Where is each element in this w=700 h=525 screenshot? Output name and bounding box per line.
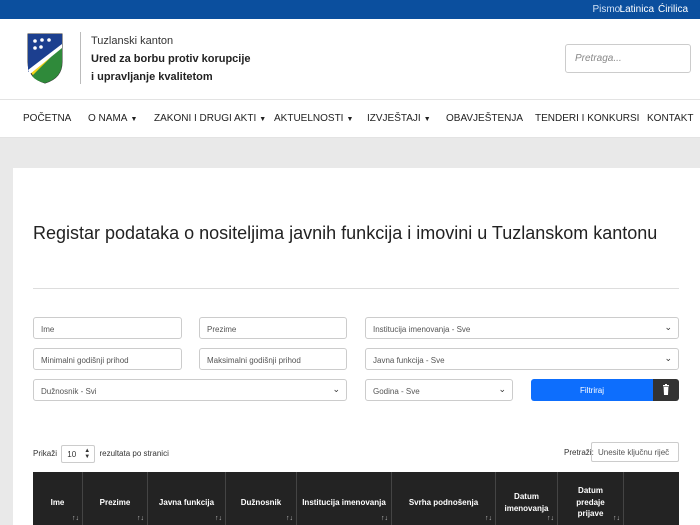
sort-icon: ↑↓: [286, 515, 293, 522]
sort-icon: ↑↓: [485, 515, 492, 522]
column-header-svrha[interactable]: Svrha podnošenja ↑↓: [392, 472, 496, 525]
chevron-down-icon: ▼: [346, 116, 354, 123]
max-income-input[interactable]: Maksimalni godišnji prihod: [199, 348, 347, 370]
chevron-down-icon: ▼: [130, 116, 138, 123]
title-divider: [33, 288, 679, 289]
column-header-ime[interactable]: Ime ↑↓: [33, 472, 83, 525]
nav-item-o-nama[interactable]: O NAMA ▼: [88, 113, 137, 124]
canton-coat-of-arms-logo[interactable]: [26, 32, 64, 84]
nav-item-izvjestaji[interactable]: IZVJEŠTAJI ▼: [367, 113, 431, 124]
sort-icon: ↑↓: [215, 515, 222, 522]
column-header-javna-funkcija[interactable]: Javna funkcija ↑↓: [148, 472, 226, 525]
nav-item-aktuelnosti[interactable]: AKTUELNOSTI ▼: [274, 113, 353, 124]
table-search-label: Pretraži:: [564, 448, 594, 457]
nav-item-obavjestenja[interactable]: OBAVJEŠTENJA: [446, 113, 523, 124]
chevron-down-icon: ⌄: [664, 353, 672, 363]
sort-icon: ↑↓: [137, 515, 144, 522]
canton-name: Tuzlanski kanton: [91, 35, 174, 47]
main-navigation: POČETNA O NAMA ▼ ZAKONI I DRUGI AKTI ▼ AKT…: [0, 99, 700, 138]
top-bar: Pismo: Latinica Ćirilica: [0, 0, 700, 19]
chevron-down-icon: ⌄: [498, 384, 506, 394]
first-name-input[interactable]: Ime: [33, 317, 182, 339]
office-name-line2: i upravljanje kvalitetom: [91, 71, 213, 83]
column-header-institucija[interactable]: Institucija imenovanja ↑↓: [297, 472, 392, 525]
content-card: Registar podataka o nositeljima javnih f…: [13, 168, 700, 525]
nav-item-pocetna[interactable]: POČETNA: [23, 113, 71, 124]
nav-item-kontakt[interactable]: KONTAKT: [647, 113, 693, 124]
sort-icon: ↑↓: [547, 515, 554, 522]
header-divider: [80, 32, 81, 84]
latin-script-link[interactable]: Latinica: [620, 4, 654, 15]
table-header: Ime ↑↓ Prezime ↑↓ Javna funkcija ↑↓ Dužn…: [33, 472, 679, 525]
page-size-control: Prikaži 10 ▲ ▼ rezultata po stranici: [33, 445, 169, 463]
page-title: Registar podataka o nositeljima javnih f…: [33, 223, 658, 243]
min-income-input[interactable]: Minimalni godišnji prihod: [33, 348, 182, 370]
office-name-line1: Ured za borbu protiv korupcije: [91, 53, 251, 65]
official-select[interactable]: Dužnosnik - Svi ⌄: [33, 379, 347, 401]
page-size-select[interactable]: 10 ▲ ▼: [61, 445, 96, 463]
column-header-datum-imenovanja[interactable]: Datum imenovanja ↑↓: [496, 472, 558, 525]
sort-icon: ↑↓: [72, 515, 79, 522]
column-header-duznosnik[interactable]: Dužnosnik ↑↓: [226, 472, 297, 525]
site-header: Tuzlanski kanton Ured za borbu protiv ko…: [0, 19, 700, 99]
clear-filters-button[interactable]: [653, 379, 679, 401]
filter-button[interactable]: Filtriraj: [531, 379, 653, 401]
column-header-datum-predaje[interactable]: Datum predaje prijave ↑↓: [558, 472, 624, 525]
chevron-down-icon: ▼: [423, 116, 431, 123]
trash-icon: [663, 384, 669, 395]
nav-item-zakoni[interactable]: ZAKONI I DRUGI AKTI ▼: [154, 113, 266, 124]
last-name-input[interactable]: Prezime: [199, 317, 347, 339]
year-select[interactable]: Godina - Sve ⌄: [365, 379, 513, 401]
stepper-arrows-icon: ▲ ▼: [84, 448, 91, 460]
site-search-input[interactable]: Pretraga...: [565, 44, 691, 73]
sort-icon: ↑↓: [381, 515, 388, 522]
public-function-select[interactable]: Javna funkcija - Sve ⌄: [365, 348, 679, 370]
table-search-input[interactable]: Unesite ključnu riječ: [591, 442, 679, 462]
institution-select[interactable]: Institucija imenovanja - Sve ⌄: [365, 317, 679, 339]
chevron-down-icon: ⌄: [664, 322, 672, 332]
column-header-prezime[interactable]: Prezime ↑↓: [83, 472, 148, 525]
chevron-down-icon: ⌄: [332, 384, 340, 394]
script-label: Pismo:: [592, 4, 623, 15]
chevron-down-icon: ▼: [259, 116, 267, 123]
nav-item-tenderi[interactable]: TENDERI I KONKURSI: [535, 113, 639, 124]
sort-icon: ↑↓: [613, 515, 620, 522]
cyrillic-script-link[interactable]: Ćirilica: [658, 4, 688, 15]
